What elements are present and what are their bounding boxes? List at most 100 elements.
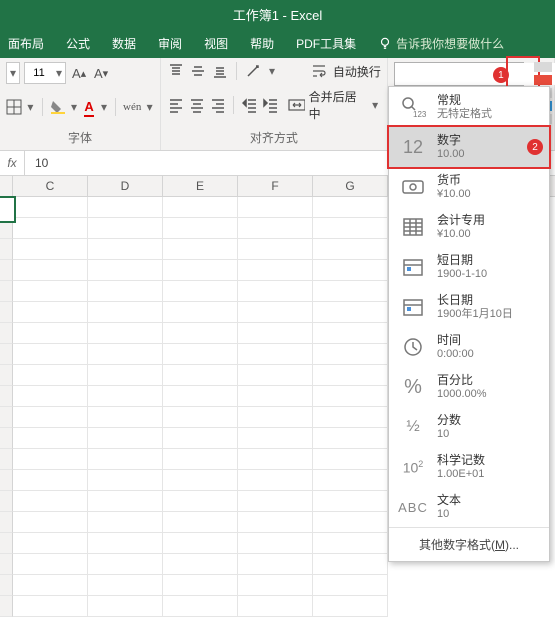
cell[interactable] (163, 470, 238, 491)
cell[interactable] (0, 302, 13, 323)
row[interactable] (0, 596, 555, 617)
tab-pdf[interactable]: PDF工具集 (296, 35, 356, 52)
align-center-icon[interactable] (188, 96, 205, 114)
cell[interactable] (238, 512, 313, 533)
cell[interactable] (0, 512, 13, 533)
cell[interactable] (163, 344, 238, 365)
cell[interactable] (13, 428, 88, 449)
cell[interactable] (238, 470, 313, 491)
cell[interactable] (313, 512, 388, 533)
cell[interactable] (313, 491, 388, 512)
cell[interactable] (88, 449, 163, 470)
format-option-longdate[interactable]: 长日期1900年1月10日 (389, 287, 549, 327)
cell[interactable] (238, 218, 313, 239)
cell[interactable] (163, 239, 238, 260)
cell[interactable] (0, 554, 13, 575)
cell[interactable] (238, 239, 313, 260)
format-option-currency[interactable]: 货币¥10.00 (389, 167, 549, 207)
active-cell[interactable] (0, 196, 16, 223)
format-option-fraction[interactable]: ½分数10 (389, 407, 549, 447)
cell[interactable] (0, 239, 13, 260)
cell[interactable] (88, 470, 163, 491)
fx-icon[interactable]: fx (0, 156, 24, 170)
more-formats-button[interactable]: 其他数字格式(M)... (389, 527, 549, 561)
cell[interactable] (238, 449, 313, 470)
cell[interactable] (313, 428, 388, 449)
cell[interactable] (238, 407, 313, 428)
wrap-text-button[interactable]: 自动换行 (311, 63, 381, 80)
cell[interactable] (238, 428, 313, 449)
cell[interactable] (313, 554, 388, 575)
cell[interactable] (313, 239, 388, 260)
cell[interactable] (0, 323, 13, 344)
cell[interactable] (238, 533, 313, 554)
cell[interactable] (313, 575, 388, 596)
format-option-number[interactable]: 12数字10.002 (389, 127, 549, 167)
merge-center-button[interactable]: 合并后居中 ▾ (288, 88, 381, 122)
format-option-general[interactable]: 123常规无特定格式 (389, 87, 549, 127)
tell-me[interactable]: 告诉我你想要做什么 (378, 35, 504, 52)
align-right-icon[interactable] (209, 96, 226, 114)
cell[interactable] (88, 365, 163, 386)
cell[interactable] (13, 491, 88, 512)
cell[interactable] (313, 470, 388, 491)
cell[interactable] (163, 512, 238, 533)
cell[interactable] (88, 554, 163, 575)
tab-data[interactable]: 数据 (112, 35, 136, 52)
cell[interactable] (13, 575, 88, 596)
cell[interactable] (163, 281, 238, 302)
cell[interactable] (13, 302, 88, 323)
cell[interactable] (13, 470, 88, 491)
cell[interactable] (163, 575, 238, 596)
cell[interactable] (313, 407, 388, 428)
format-option-time[interactable]: 时间0:00:00 (389, 327, 549, 367)
cell[interactable] (313, 386, 388, 407)
cell[interactable] (238, 197, 313, 218)
cell[interactable] (313, 449, 388, 470)
border-dropdown[interactable]: ▾ (26, 98, 35, 116)
cell[interactable] (13, 344, 88, 365)
cell[interactable] (13, 596, 88, 617)
cell[interactable] (238, 260, 313, 281)
font-size-input[interactable]: ▾ (24, 62, 66, 84)
align-bottom-icon[interactable] (211, 62, 229, 80)
cell[interactable] (88, 575, 163, 596)
cell[interactable] (88, 533, 163, 554)
cell[interactable] (13, 197, 88, 218)
cell[interactable] (0, 281, 13, 302)
cell[interactable] (313, 533, 388, 554)
tab-help[interactable]: 帮助 (250, 35, 274, 52)
cell[interactable] (313, 302, 388, 323)
increase-indent-icon[interactable] (262, 96, 279, 114)
align-top-icon[interactable] (167, 62, 185, 80)
font-color-dropdown[interactable]: ▾ (100, 98, 109, 116)
font-color-icon[interactable]: A (82, 98, 95, 116)
cell[interactable] (13, 554, 88, 575)
phonetic-dropdown[interactable]: ▾ (145, 98, 154, 116)
cell[interactable] (163, 491, 238, 512)
cell[interactable] (13, 218, 88, 239)
cell[interactable] (0, 428, 13, 449)
align-left-icon[interactable] (167, 96, 184, 114)
col-d[interactable]: D (88, 176, 163, 196)
cell[interactable] (0, 449, 13, 470)
cell[interactable] (313, 365, 388, 386)
format-option-percent[interactable]: %百分比1000.00% (389, 367, 549, 407)
cell[interactable] (0, 491, 13, 512)
cell[interactable] (13, 512, 88, 533)
cell[interactable] (163, 533, 238, 554)
cell[interactable] (13, 260, 88, 281)
orientation-icon[interactable] (244, 62, 262, 80)
cell[interactable] (88, 344, 163, 365)
col-e[interactable]: E (163, 176, 238, 196)
cell[interactable] (0, 575, 13, 596)
cell[interactable] (0, 596, 13, 617)
increase-font-icon[interactable]: A▴ (70, 64, 88, 82)
cell[interactable] (238, 491, 313, 512)
number-format-combo[interactable]: ▾ 1 (394, 62, 524, 86)
cell[interactable] (88, 491, 163, 512)
cell[interactable] (13, 386, 88, 407)
cell[interactable] (88, 281, 163, 302)
cell[interactable] (13, 407, 88, 428)
format-option-scientific[interactable]: 102科学记数1.00E+01 (389, 447, 549, 487)
